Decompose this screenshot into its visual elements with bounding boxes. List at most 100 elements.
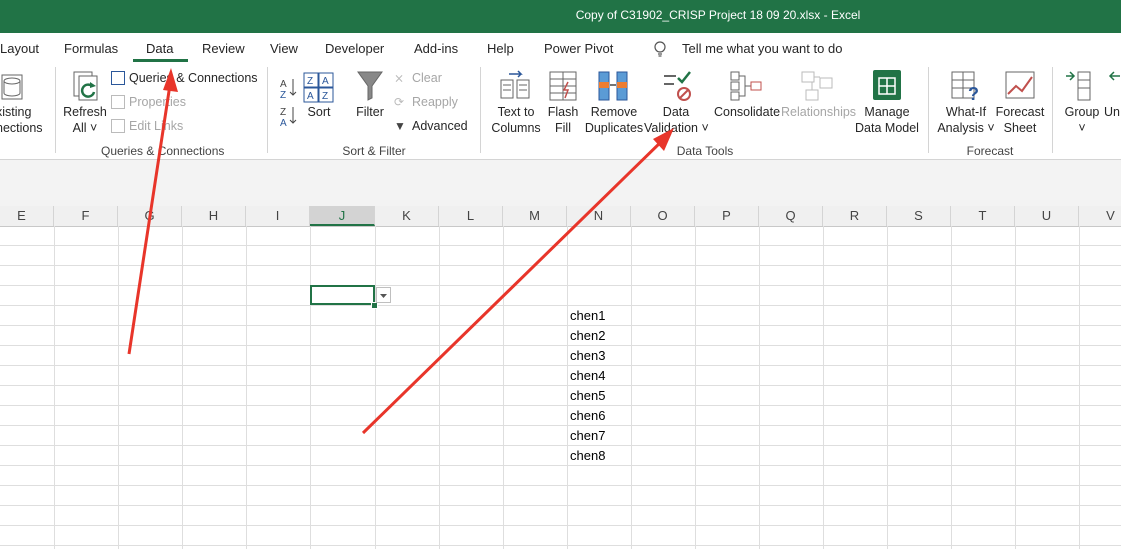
what-if-analysis-icon: ?: [951, 71, 979, 102]
cell-n-chen2[interactable]: chen2: [567, 326, 605, 346]
chevron-down-icon: [380, 294, 387, 298]
flash-fill-button[interactable]: Flash Fill: [545, 104, 581, 136]
column-header-n[interactable]: N: [567, 206, 631, 226]
column-header-m[interactable]: M: [503, 206, 567, 226]
column-header-k[interactable]: K: [375, 206, 439, 226]
consolidate-icon: [730, 71, 762, 101]
tab-review[interactable]: Review: [202, 41, 245, 56]
separator: [928, 67, 929, 153]
svg-text:Z: Z: [307, 76, 313, 87]
flash-fill-icon: [549, 71, 577, 101]
relationships-button[interactable]: Relationships: [781, 104, 856, 120]
svg-text:Z: Z: [280, 107, 286, 118]
ungroup-button[interactable]: Un: [1104, 104, 1120, 120]
edit-links-icon: [111, 119, 125, 133]
group-button[interactable]: Group ˅: [1062, 104, 1102, 136]
cell-n-chen6[interactable]: chen6: [567, 406, 605, 426]
relationships-icon: [801, 71, 833, 101]
cell-n-chen8[interactable]: chen8: [567, 446, 605, 466]
tab-view[interactable]: View: [270, 41, 298, 56]
advanced-button[interactable]: ▼ Advanced: [394, 119, 468, 133]
column-header-u[interactable]: U: [1015, 206, 1079, 226]
column-header-s[interactable]: S: [887, 206, 951, 226]
cell-n-chen1[interactable]: chen1: [567, 306, 605, 326]
forecast-sheet-button[interactable]: Forecast Sheet: [994, 104, 1046, 136]
tab-developer[interactable]: Developer: [325, 41, 384, 56]
column-header-q[interactable]: Q: [759, 206, 823, 226]
filter-button[interactable]: Filter: [352, 104, 388, 120]
clear-filter-icon: ⨯: [394, 71, 405, 85]
lightbulb-icon: [654, 41, 666, 57]
column-header-v[interactable]: V: [1079, 206, 1121, 226]
text-to-columns-button[interactable]: Text to Columns: [488, 104, 544, 136]
tab-power-pivot[interactable]: Power Pivot: [544, 41, 613, 56]
active-tab-indicator: [133, 59, 188, 62]
sort-button[interactable]: Sort: [302, 104, 336, 120]
filter-icon: [357, 71, 383, 101]
clear-button[interactable]: ⨯ Clear: [394, 71, 442, 85]
svg-text:Z: Z: [322, 91, 328, 102]
group-label-queries: Queries & Connections: [101, 144, 225, 158]
remove-duplicates-button[interactable]: Remove Duplicates: [584, 104, 644, 136]
consolidate-button[interactable]: Consolidate: [714, 104, 780, 120]
column-header-o[interactable]: O: [631, 206, 695, 226]
queries-icon: [111, 71, 125, 85]
tab-data[interactable]: Data: [146, 41, 173, 56]
cell-n-chen3[interactable]: chen3: [567, 346, 605, 366]
manage-data-model-button[interactable]: Manage Data Model: [855, 104, 919, 136]
advanced-filter-icon: ▼: [394, 119, 406, 133]
separator: [1052, 67, 1053, 153]
group-label-data-tools: Data Tools: [676, 144, 734, 158]
tab-help[interactable]: Help: [487, 41, 514, 56]
cell-n-chen5[interactable]: chen5: [567, 386, 605, 406]
reapply-icon: ⟳: [394, 95, 405, 109]
column-header-e[interactable]: E: [0, 206, 54, 226]
column-header-t[interactable]: T: [951, 206, 1015, 226]
tell-me-box[interactable]: Tell me what you want to do: [682, 41, 842, 56]
svg-text:?: ?: [968, 84, 979, 102]
formula-bar-area: [0, 160, 1121, 207]
reapply-button[interactable]: ⟳ Reapply: [394, 95, 458, 109]
queries-connections-button[interactable]: Queries & Connections: [111, 71, 258, 85]
column-header-g[interactable]: G: [118, 206, 182, 226]
cell-n-chen4[interactable]: chen4: [567, 366, 605, 386]
column-header-p[interactable]: P: [695, 206, 759, 226]
properties-button[interactable]: Properties: [111, 95, 186, 109]
column-header-l[interactable]: L: [439, 206, 503, 226]
column-headers: E F G H I J K L M N O P Q R S T U V: [0, 206, 1121, 227]
column-header-f[interactable]: F: [54, 206, 118, 226]
tab-layout[interactable]: Layout: [0, 41, 39, 56]
window-title: Copy of C31902_CRISP Project 18 09 20.xl…: [575, 8, 861, 22]
data-validation-button[interactable]: Data Validation ˅: [644, 104, 709, 136]
remove-duplicates-icon: [598, 71, 628, 101]
svg-text:A: A: [307, 91, 314, 102]
what-if-analysis-button[interactable]: What-If Analysis ˅: [936, 104, 996, 136]
svg-text:A: A: [280, 118, 287, 127]
column-header-j[interactable]: J: [310, 206, 375, 226]
column-header-i[interactable]: I: [246, 206, 310, 226]
worksheet-grid[interactable]: [0, 226, 1121, 549]
sort-az-icon: A Z Z A: [280, 79, 297, 127]
group-label-forecast: Forecast: [966, 144, 1014, 158]
svg-text:Z: Z: [280, 90, 286, 101]
refresh-all-button[interactable]: Refresh All ˅: [62, 104, 108, 136]
column-header-r[interactable]: R: [823, 206, 887, 226]
data-validation-icon: [664, 71, 691, 101]
existing-connections-button[interactable]: xistingnections: [0, 104, 43, 136]
text-to-columns-icon: [500, 70, 530, 99]
tab-add-ins[interactable]: Add-ins: [414, 41, 458, 56]
properties-icon: [111, 95, 125, 109]
column-header-h[interactable]: H: [182, 206, 246, 226]
separator: [267, 67, 268, 153]
selected-cell[interactable]: [310, 285, 375, 305]
tab-formulas[interactable]: Formulas: [64, 41, 118, 56]
sort-icon: Z A A Z: [303, 72, 334, 103]
svg-text:A: A: [280, 79, 287, 90]
separator: [480, 67, 481, 153]
validation-dropdown-button[interactable]: [376, 287, 391, 303]
title-bar: Copy of C31902_CRISP Project 18 09 20.xl…: [0, 0, 1121, 33]
ungroup-icon: [1108, 71, 1120, 81]
manage-data-model-icon: [873, 70, 901, 100]
cell-n-chen7[interactable]: chen7: [567, 426, 605, 446]
edit-links-button[interactable]: Edit Links: [111, 119, 183, 133]
